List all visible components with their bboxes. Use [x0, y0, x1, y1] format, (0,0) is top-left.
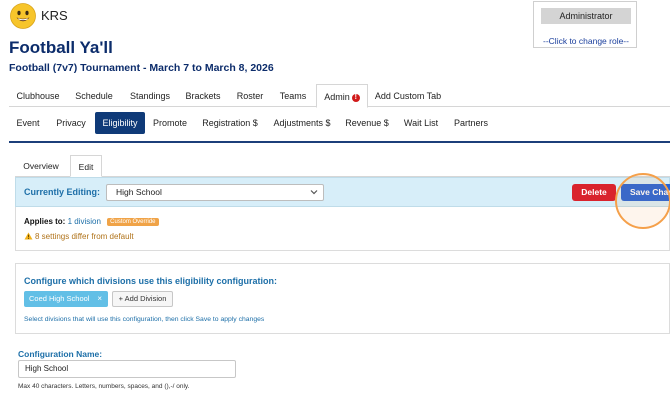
- tab-wait-list[interactable]: Wait List: [399, 112, 443, 134]
- add-division-button[interactable]: + Add Division: [112, 291, 173, 307]
- tab-schedule[interactable]: Schedule: [69, 84, 119, 108]
- eligibility-view-tabs: Overview Edit: [15, 155, 670, 177]
- save-changes-button[interactable]: Save Changes: [621, 184, 670, 201]
- editing-bar: Currently Editing: High School Delete Sa…: [15, 177, 670, 207]
- division-chip-label: Coed High School: [29, 294, 90, 303]
- applies-to: Applies to: 1 division Custom Override: [24, 217, 159, 226]
- tab-registration[interactable]: Registration $: [199, 112, 261, 134]
- current-role: Administrator: [541, 8, 631, 24]
- applies-panel: Applies to: 1 division Custom Override 8…: [15, 207, 670, 251]
- applies-to-label: Applies to:: [24, 217, 66, 226]
- tab-teams[interactable]: Teams: [272, 84, 314, 108]
- tab-brackets[interactable]: Brackets: [179, 84, 227, 108]
- tab-overview[interactable]: Overview: [15, 155, 67, 177]
- change-role-link[interactable]: --Click to change role--: [534, 36, 638, 46]
- exclamation-circle-icon: !: [351, 94, 360, 102]
- configuration-select-value: High School: [116, 187, 162, 197]
- configuration-name-label: Configuration Name:: [18, 349, 103, 359]
- currently-editing-label: Currently Editing:: [24, 187, 100, 197]
- app-name: KRS: [41, 8, 68, 23]
- settings-warning-text: 8 settings differ from default: [35, 232, 134, 241]
- tab-event[interactable]: Event: [9, 112, 47, 134]
- tab-admin[interactable]: Admin!: [316, 84, 368, 108]
- event-title: Football Ya'll: [9, 38, 113, 57]
- warning-triangle-icon: [24, 232, 33, 240]
- division-chip: Coed High School ×: [24, 291, 108, 307]
- tab-eligibility[interactable]: Eligibility: [95, 112, 145, 134]
- tab-adjustments[interactable]: Adjustments $: [271, 112, 333, 134]
- tab-clubhouse[interactable]: Clubhouse: [9, 84, 67, 108]
- tab-partners[interactable]: Partners: [451, 112, 491, 134]
- main-tab-bar: Clubhouse Schedule Standings Brackets Ro…: [9, 84, 670, 108]
- tab-privacy[interactable]: Privacy: [51, 112, 91, 134]
- divisions-panel: Configure which divisions use this eligi…: [15, 263, 670, 334]
- tab-standings[interactable]: Standings: [123, 84, 177, 108]
- settings-warning: 8 settings differ from default: [24, 232, 134, 241]
- divisions-help-text: Select divisions that will use this conf…: [24, 316, 265, 323]
- custom-override-badge: Custom Override: [107, 218, 159, 226]
- divisions-heading: Configure which divisions use this eligi…: [24, 276, 278, 286]
- configuration-select[interactable]: High School: [106, 184, 324, 201]
- smiley-logo-icon: [10, 3, 36, 29]
- tab-add-custom[interactable]: Add Custom Tab: [371, 84, 445, 108]
- tab-admin-label: Admin: [324, 92, 350, 102]
- delete-button[interactable]: Delete: [572, 184, 616, 201]
- tab-promote[interactable]: Promote: [149, 112, 191, 134]
- configuration-name-input[interactable]: High School: [18, 360, 236, 378]
- tab-roster[interactable]: Roster: [230, 84, 270, 108]
- section-divider: [9, 141, 670, 143]
- close-icon[interactable]: ×: [97, 291, 102, 307]
- event-subtitle: Football (7v7) Tournament - March 7 to M…: [9, 62, 274, 74]
- chevron-down-icon: [310, 190, 318, 195]
- division-count-link[interactable]: 1 division: [68, 217, 101, 226]
- tab-revenue[interactable]: Revenue $: [343, 112, 391, 134]
- role-switcher[interactable]: Administrator --Click to change role--: [533, 1, 637, 48]
- configuration-name-hint: Max 40 characters. Letters, numbers, spa…: [18, 383, 190, 390]
- tab-edit[interactable]: Edit: [70, 155, 102, 177]
